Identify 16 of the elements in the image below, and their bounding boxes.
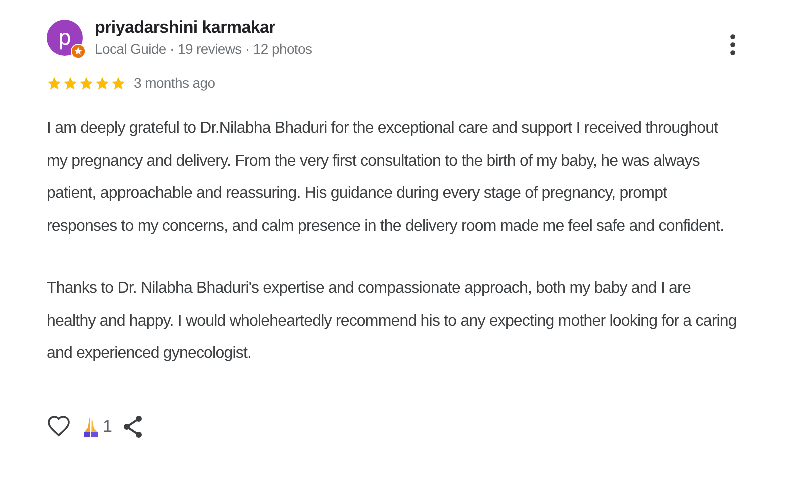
more-options-icon[interactable]	[730, 34, 736, 56]
review-text: Thanks to Dr. Nilabha Bhaduri's expertise and compassionate approach, both my baby and I are healthy and happy. I would wholeheartedly recommend his to any expecting mother looking for a caring and experienced gynecologist.	[47, 279, 737, 364]
star-icon	[111, 76, 126, 90]
avatar[interactable]: p	[47, 20, 83, 56]
reaction-count: 1	[103, 416, 112, 436]
star-icon	[63, 76, 78, 90]
star-icon	[79, 76, 94, 90]
star-icon	[47, 76, 62, 90]
star-icon	[95, 76, 110, 90]
author-name[interactable]: priyadarshini karmakar	[95, 18, 718, 38]
review-time: 3 months ago	[134, 75, 216, 91]
heart-icon[interactable]	[47, 414, 71, 438]
review-text: I am deeply grateful to Dr.Nilabha Bhaduri for the exceptional care and support I received throughout my pregnancy and delivery. From the very first consultation to the birth of my baby, he was always patient, approachable and reassuring. His guidance during every stage of pregnancy, prompt responses to my concerns, and calm presence in the delivery room made me feel safe and confident.	[47, 119, 726, 236]
author-meta: Local Guide · 19 reviews · 12 photos	[95, 41, 314, 57]
share-icon[interactable]	[122, 414, 144, 438]
praying-hands-icon[interactable]	[81, 416, 101, 438]
